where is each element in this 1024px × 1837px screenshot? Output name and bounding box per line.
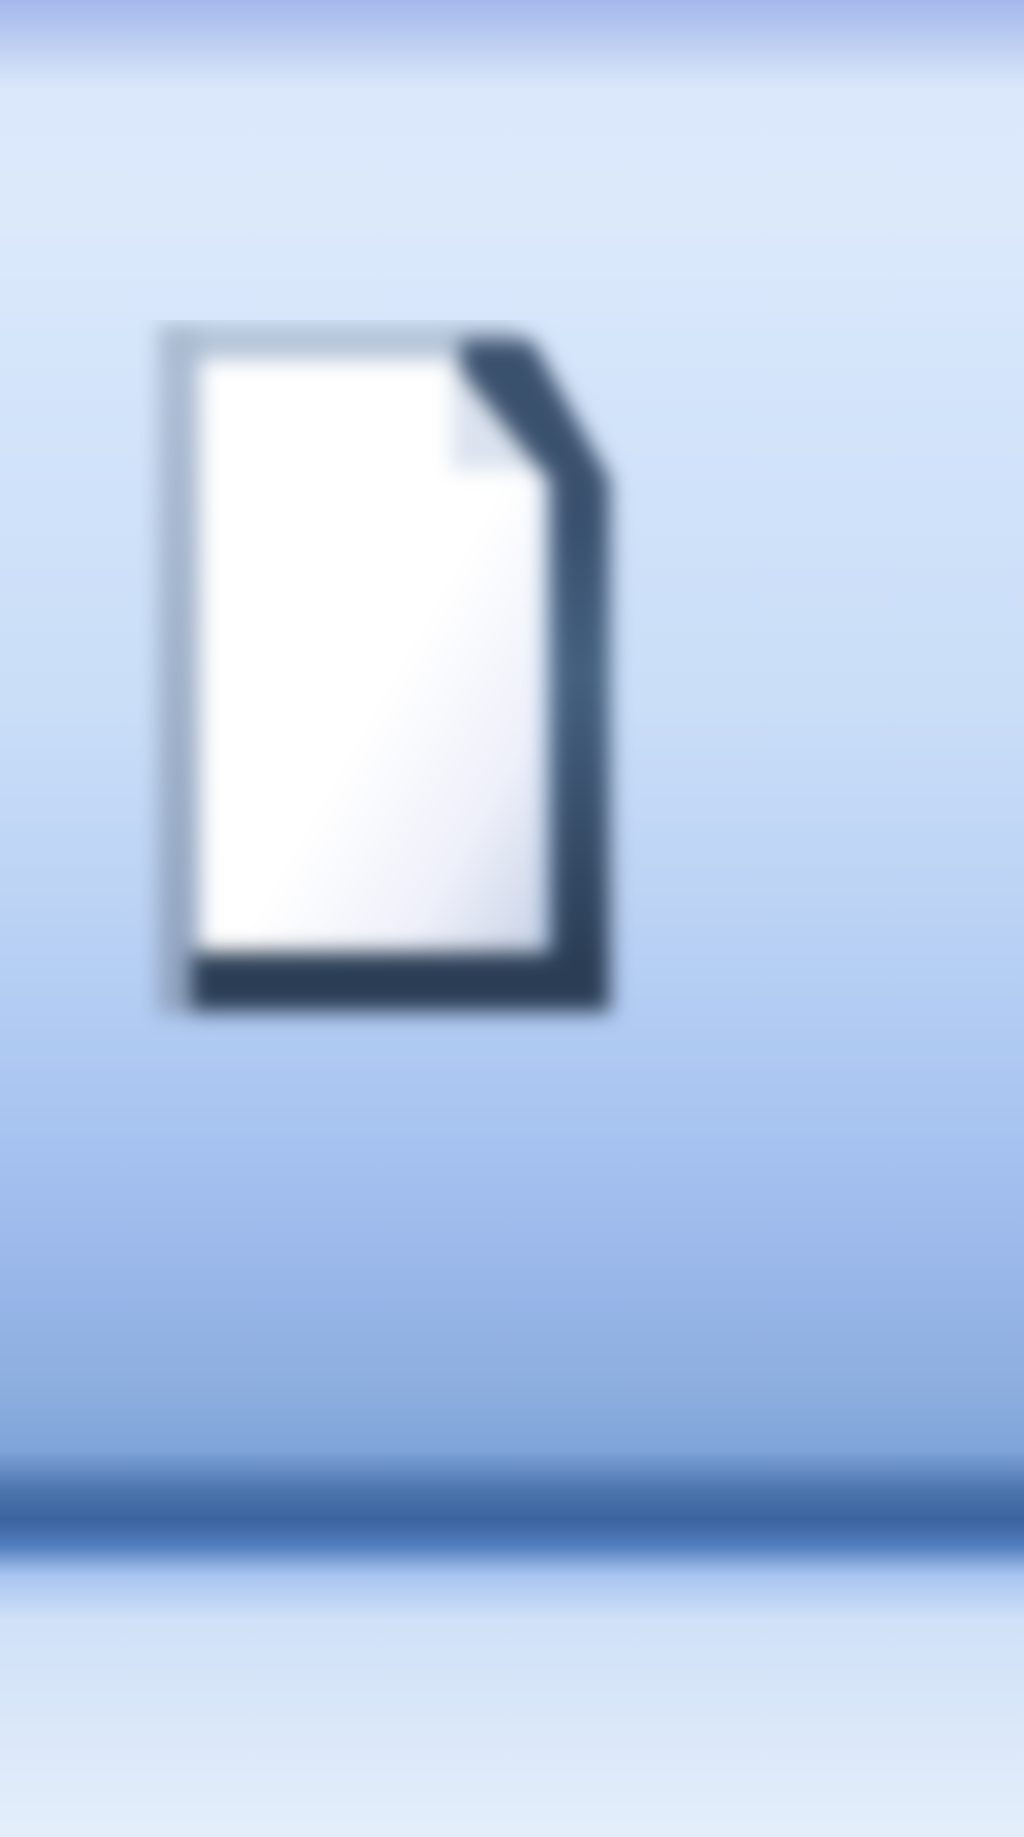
new-document-button[interactable] (140, 320, 760, 1260)
new-document-icon (140, 320, 760, 1260)
toolbar (0, 0, 1024, 1837)
